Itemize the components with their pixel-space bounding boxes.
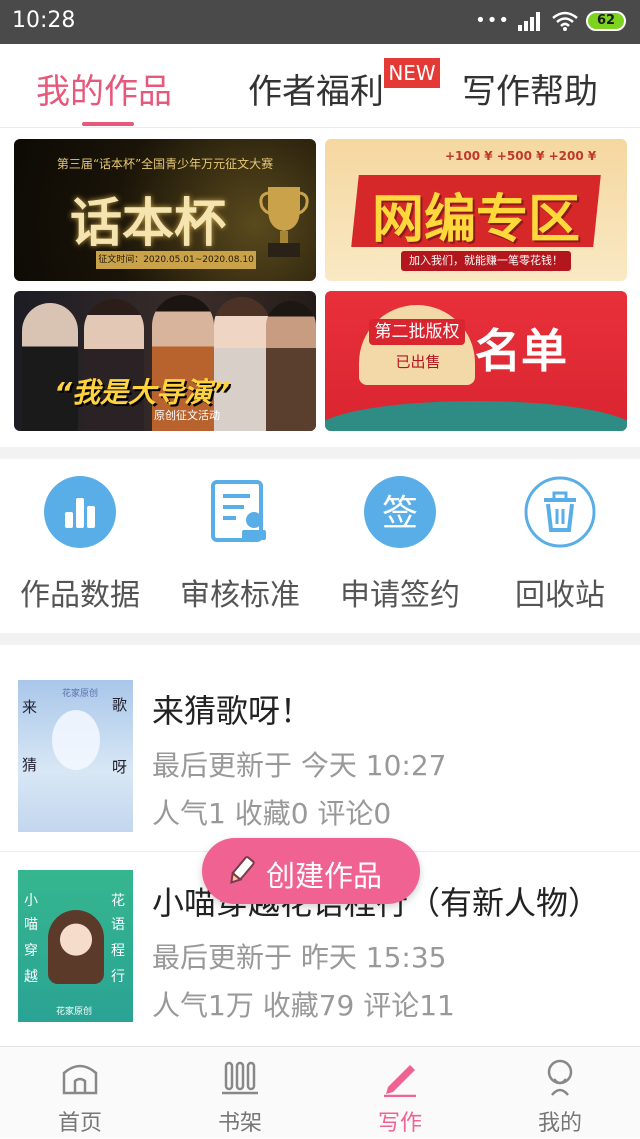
cover-char: 程 <box>111 943 125 959</box>
cover-badge: 花家原创 <box>56 1007 93 1017</box>
feature-review-standard[interactable]: 审核标准 <box>160 476 320 614</box>
banner-top-text: 第二批版权 <box>369 319 465 345</box>
banner-arc <box>359 305 475 385</box>
feature-recycle-bin[interactable]: 回收站 <box>480 476 640 614</box>
create-work-label: 创建作品 <box>266 859 383 893</box>
banner-sub: 加入我们，就能赚一笔零花钱！ <box>401 251 571 271</box>
pen-icon <box>384 1065 416 1097</box>
cover-char: 穿 <box>24 943 38 959</box>
work-updated: 最后更新于 昨天 15:35 <box>152 941 447 974</box>
cover-char: 喵 <box>24 917 38 933</box>
banner-sub: 已出售 <box>395 353 441 371</box>
banner-coins: +100 ¥ +500 ¥ +200 ¥ <box>445 149 597 163</box>
new-badge: NEW <box>384 58 440 88</box>
cover-char: 行 <box>111 969 125 985</box>
tab-writing-help[interactable]: 写作帮助 <box>462 64 598 113</box>
battery-indicator: 62 <box>586 10 626 31</box>
trophy-icon <box>259 187 309 257</box>
book-cover: 花家原创 来 歌 猜 呀 <box>18 680 133 832</box>
nav-label: 首页 <box>57 1111 102 1136</box>
banner-sub: 原创征文活动 <box>154 409 220 422</box>
cover-badge: 花家原创 <box>62 689 99 699</box>
home-icon <box>62 1064 98 1095</box>
banner-person <box>22 303 78 431</box>
feature-label: 回收站 <box>515 578 605 613</box>
pencil-icon <box>230 856 255 884</box>
banner-top-text: 第三届“话本杯”全国青少年万元征文大赛 <box>56 157 274 171</box>
active-tab-indicator <box>82 122 134 126</box>
cover-char: 来 <box>22 698 38 716</box>
work-updated: 最后更新于 今天 10:27 <box>152 749 447 782</box>
cover-char: 越 <box>24 969 38 985</box>
status-bar: 10:28 ••• 62 <box>0 0 640 44</box>
cover-char: 小 <box>24 893 38 909</box>
work-stats: 人气1 收藏0 评论0 <box>152 797 392 830</box>
top-tabs: 我的作品 作者福利 NEW 写作帮助 <box>0 44 640 128</box>
banner-director[interactable]: “我是大导演” 原创征文活动 <box>14 291 316 431</box>
banner-editor-zone[interactable]: +100 ¥ +500 ¥ +200 ¥ 网编专区 加入我们，就能赚一笔零花钱！ <box>325 139 627 281</box>
status-time: 10:28 <box>12 8 76 33</box>
cover-wing-art <box>52 710 100 770</box>
nav-home[interactable]: 首页 <box>0 1047 160 1139</box>
nav-label: 我的 <box>537 1111 582 1136</box>
cover-char: 呀 <box>111 758 127 776</box>
status-icons: ••• 62 <box>475 10 626 31</box>
tab-author-benefits[interactable]: 作者福利 <box>248 64 384 113</box>
cover-char: 花 <box>111 893 125 909</box>
nav-label: 写作 <box>377 1111 422 1136</box>
nav-bookshelf[interactable]: 书架 <box>160 1047 320 1139</box>
tab-my-works[interactable]: 我的作品 <box>36 64 172 113</box>
feature-apply-contract[interactable]: 签 申请签约 <box>320 476 480 614</box>
bottom-nav: 首页 书架 写作 我的 <box>0 1046 640 1138</box>
feature-label: 申请签约 <box>340 578 460 613</box>
banner-copyright-list[interactable]: 第二批版权 已出售 名单 <box>325 291 627 431</box>
cover-char: 语 <box>111 917 125 933</box>
banner-huaben-cup[interactable]: 第三届“话本杯”全国青少年万元征文大赛 话本杯 征文时间：2020.05.01~… <box>14 139 316 281</box>
sign-icon: 签 <box>364 476 436 548</box>
cover-char: 歌 <box>111 696 127 714</box>
nav-write[interactable]: 写作 <box>320 1047 480 1139</box>
bar-chart-icon <box>44 476 116 548</box>
banner-title: 话本杯 <box>70 193 227 254</box>
wifi-icon <box>552 11 578 31</box>
book-cover: 花家原创 小 花 喵 语 穿 程 越 行 <box>18 870 133 1022</box>
signal-icon <box>518 11 540 31</box>
nav-profile[interactable]: 我的 <box>480 1047 640 1139</box>
section-divider <box>0 633 640 645</box>
bookshelf-icon <box>222 1061 258 1095</box>
banner-person <box>266 301 316 431</box>
feature-label: 审核标准 <box>180 578 300 613</box>
section-divider <box>0 447 640 459</box>
work-title: 来猜歌呀！ <box>152 692 313 730</box>
work-stats: 人气1万 收藏79 评论11 <box>152 989 455 1022</box>
nav-label: 书架 <box>217 1111 262 1136</box>
create-work-button[interactable]: 创建作品 <box>202 838 420 904</box>
profile-icon <box>547 1059 573 1096</box>
work-item[interactable]: 花家原创 来 歌 猜 呀 来猜歌呀！ 最后更新于 今天 10:27 人气1 收藏… <box>0 660 640 850</box>
more-dots-icon: ••• <box>475 10 510 31</box>
banner-wave <box>325 401 627 431</box>
cover-char: 猜 <box>22 756 38 774</box>
banner-date: 征文时间：2020.05.01~2020.08.10 <box>96 251 256 269</box>
svg-text:签: 签 <box>382 493 418 534</box>
banner-title: 名单 <box>475 324 567 378</box>
trash-icon <box>524 476 596 548</box>
banner-person <box>84 299 144 431</box>
banner-title: “我是大导演” <box>54 376 231 409</box>
banner-title: 网编专区 <box>371 190 580 250</box>
cover-girl-art <box>48 910 104 984</box>
feature-work-data[interactable]: 作品数据 <box>0 476 160 614</box>
document-check-icon <box>211 480 266 542</box>
feature-label: 作品数据 <box>20 578 140 613</box>
